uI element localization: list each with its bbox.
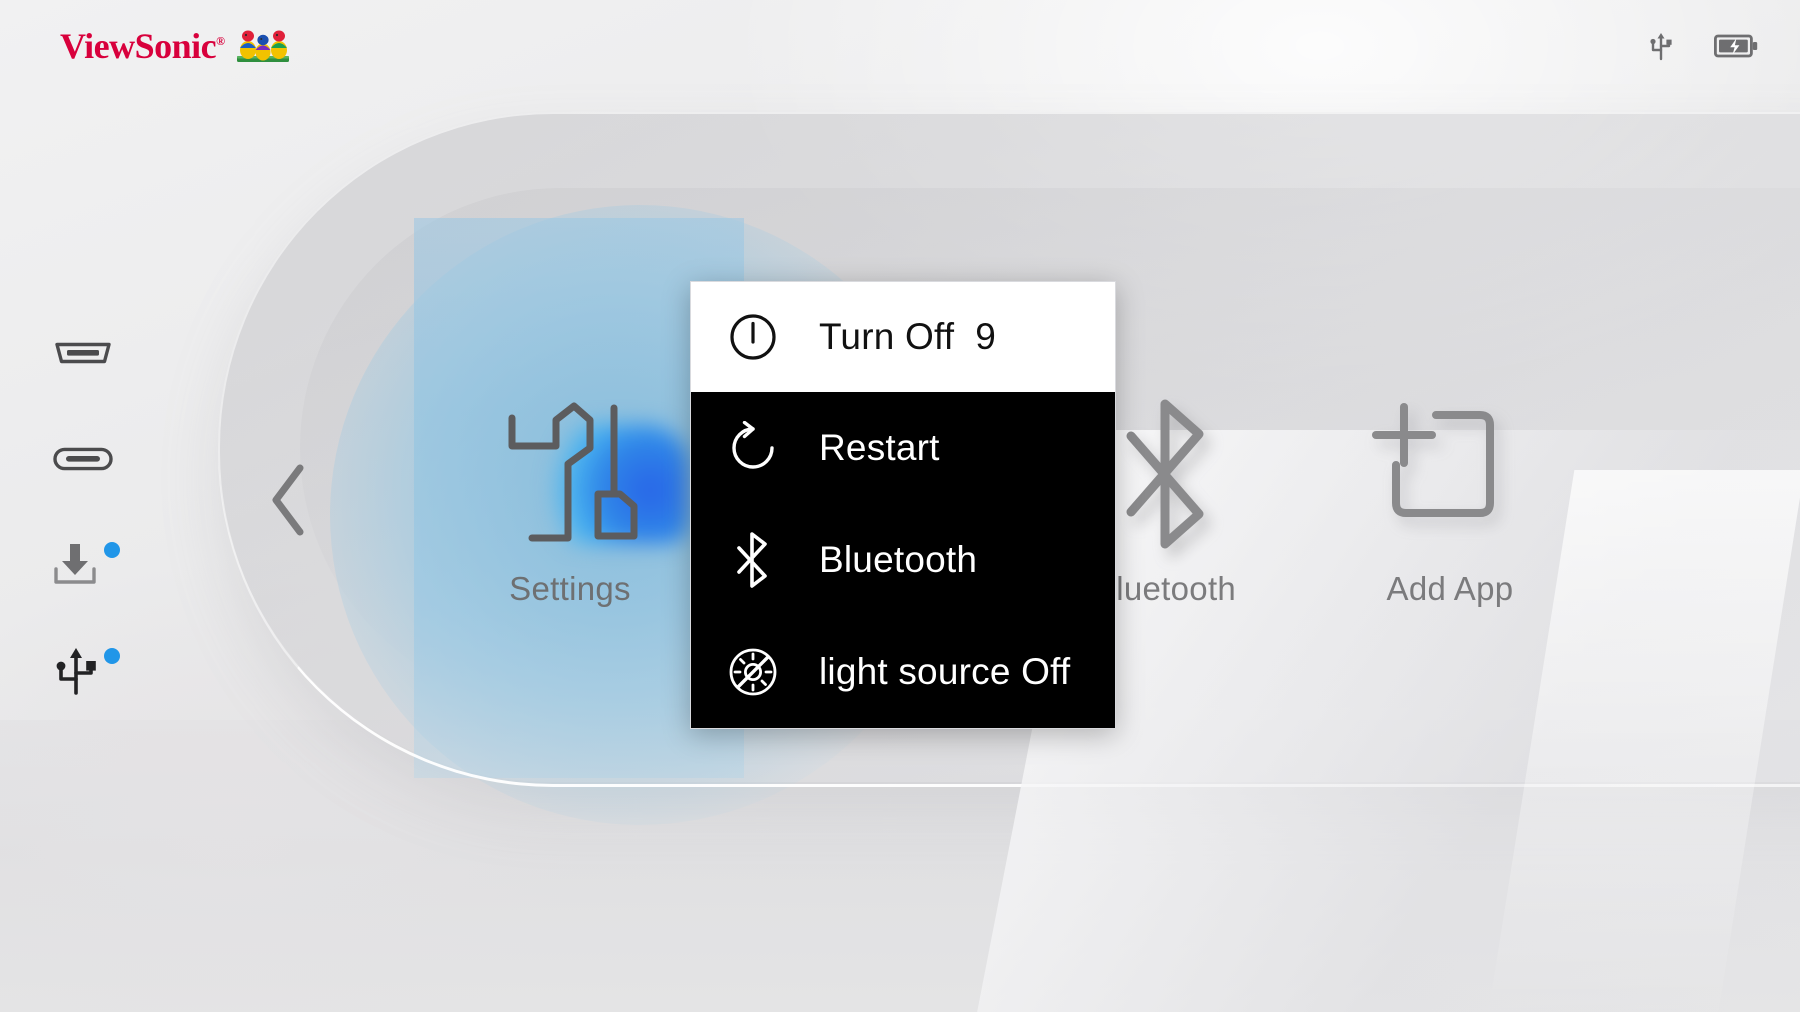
power-icon <box>725 311 781 363</box>
bluetooth-icon <box>1126 399 1204 549</box>
add-app-icon <box>1372 403 1494 517</box>
app-tile-settings[interactable]: Settings <box>400 380 740 650</box>
power-menu-item-label: light source Off <box>819 651 1071 692</box>
app-tile-label: Add App <box>1386 570 1514 607</box>
download-install-icon <box>52 542 102 593</box>
chevron-left-icon <box>262 464 314 544</box>
power-menu-item-restart[interactable]: Restart <box>691 392 1115 504</box>
power-menu-item-bluetooth[interactable]: Bluetooth <box>691 504 1115 616</box>
viewsonic-logo: ViewSonic® <box>60 26 291 64</box>
bluetooth-icon <box>725 531 781 589</box>
usb-c-port-icon <box>52 446 114 477</box>
projector-home-screen: ViewSonic® Settings Bluetooth Add App Tu… <box>0 0 1800 1012</box>
usb-icon <box>52 646 100 701</box>
power-menu-item-turn-off[interactable]: Turn Off 9 <box>691 282 1115 392</box>
power-menu-item-light-source-off[interactable]: light source Off <box>691 616 1115 728</box>
usb-storage-badge <box>104 648 120 664</box>
light-source-off-icon <box>725 645 781 699</box>
power-menu-item-label: Turn Off 9 <box>819 316 996 357</box>
settings-icon-slot <box>460 380 688 570</box>
source-sidebar <box>52 330 120 701</box>
settings-tools-icon <box>508 402 638 542</box>
power-menu-item-label: Restart <box>819 427 940 468</box>
sidebar-item-hdmi[interactable] <box>52 330 118 380</box>
sidebar-item-install[interactable] <box>52 542 120 593</box>
usb-icon <box>1648 30 1674 67</box>
sidebar-item-usb-storage[interactable] <box>52 646 120 701</box>
hdmi-port-icon <box>52 340 114 371</box>
power-menu-item-label: Bluetooth <box>819 539 978 580</box>
bluetooth-icon-slot <box>1100 380 1230 570</box>
brand-name-text: ViewSonic <box>60 26 217 66</box>
carousel-prev-button[interactable] <box>262 460 314 545</box>
power-menu: Turn Off 9 Restart Bluetooth light sourc… <box>690 281 1116 729</box>
brand-registered-mark: ® <box>216 34 225 48</box>
add-app-icon-slot <box>1370 380 1530 570</box>
install-badge <box>104 542 120 558</box>
battery-charging-icon <box>1713 33 1758 64</box>
brand-wordmark: ViewSonic® <box>60 28 225 64</box>
sidebar-item-usbc[interactable] <box>52 436 118 486</box>
top-bar: ViewSonic® <box>0 0 1800 100</box>
status-icon-group <box>1648 30 1758 67</box>
restart-icon <box>725 421 781 475</box>
viewsonic-finch-birds-logo-icon <box>236 30 289 62</box>
app-tile-addapp[interactable]: Add App <box>1280 380 1620 650</box>
app-tile-label: Settings <box>509 570 631 607</box>
